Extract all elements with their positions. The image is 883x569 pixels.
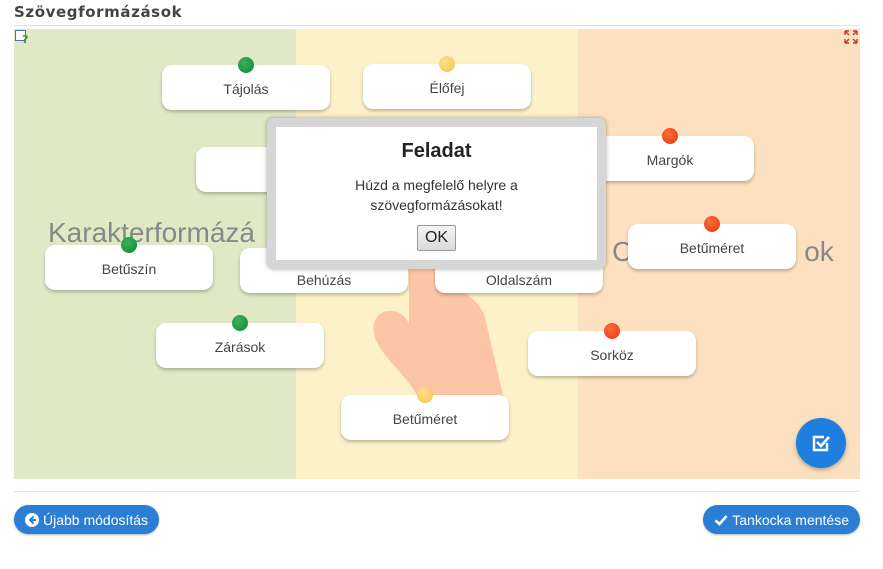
status-dot-red <box>704 216 720 232</box>
card-label: Margók <box>646 151 694 168</box>
card-label: Betűszín <box>101 260 157 277</box>
card-label: Betűméret <box>392 410 458 427</box>
save-button-label: Tankocka mentése <box>732 511 849 528</box>
check-icon <box>812 435 830 452</box>
back-button[interactable]: Újabb módosítás <box>14 505 160 534</box>
drag-board: Karakterformázá Cok ? Tájolás Élőfej Mar… <box>14 29 860 479</box>
page-title: Szövegformázások <box>14 3 183 21</box>
card-betuszin[interactable]: Betűszín <box>45 237 213 290</box>
task-dialog: Feladat Húzd a megfelelő helyre a szöveg… <box>267 118 606 269</box>
card-margok[interactable]: Margók <box>586 128 754 181</box>
ok-button[interactable]: OK <box>416 225 457 251</box>
help-icon[interactable]: ? <box>15 30 29 44</box>
arrow-left-icon <box>25 512 39 527</box>
card-label: Betűméret <box>679 239 745 256</box>
svg-text:?: ? <box>22 33 28 44</box>
card-label: Zárások <box>214 338 266 355</box>
zone-label-right-tail: ok <box>804 236 834 267</box>
card-label: Tájolás <box>223 80 269 97</box>
check-answers-button[interactable] <box>796 418 846 468</box>
save-button[interactable]: Tankocka mentése <box>703 505 860 534</box>
card-zarasok[interactable]: Zárások <box>156 315 324 368</box>
card-betumeret-yellow[interactable]: Betűméret <box>341 387 509 440</box>
status-dot-red <box>604 323 620 339</box>
status-dot-green <box>232 315 248 331</box>
title-divider <box>14 25 860 26</box>
card-hidden[interactable] <box>196 147 276 192</box>
card-label: Élőfej <box>429 79 465 96</box>
status-dot-yellow <box>439 56 455 72</box>
status-dot-green <box>121 237 137 253</box>
card-betumeret-red[interactable]: Betűméret <box>628 216 796 269</box>
dialog-title: Feladat <box>401 140 472 162</box>
status-dot-yellow <box>417 387 433 403</box>
bottom-divider <box>14 491 860 492</box>
card-tajolas[interactable]: Tájolás <box>162 57 330 110</box>
fullscreen-icon[interactable] <box>844 30 858 44</box>
card-sorkoz[interactable]: Sorköz <box>528 323 696 376</box>
status-dot-red <box>662 128 678 144</box>
dialog-message: Húzd a megfelelő helyre a szövegformázás… <box>355 177 518 213</box>
status-dot-green <box>238 57 254 73</box>
card-label: Sorköz <box>590 346 634 363</box>
checkmark-icon <box>714 514 728 526</box>
card-elofej[interactable]: Élőfej <box>363 56 531 109</box>
task-dialog-body: Feladat Húzd a megfelelő helyre a szöveg… <box>276 127 597 260</box>
back-button-label: Újabb módosítás <box>43 511 149 528</box>
